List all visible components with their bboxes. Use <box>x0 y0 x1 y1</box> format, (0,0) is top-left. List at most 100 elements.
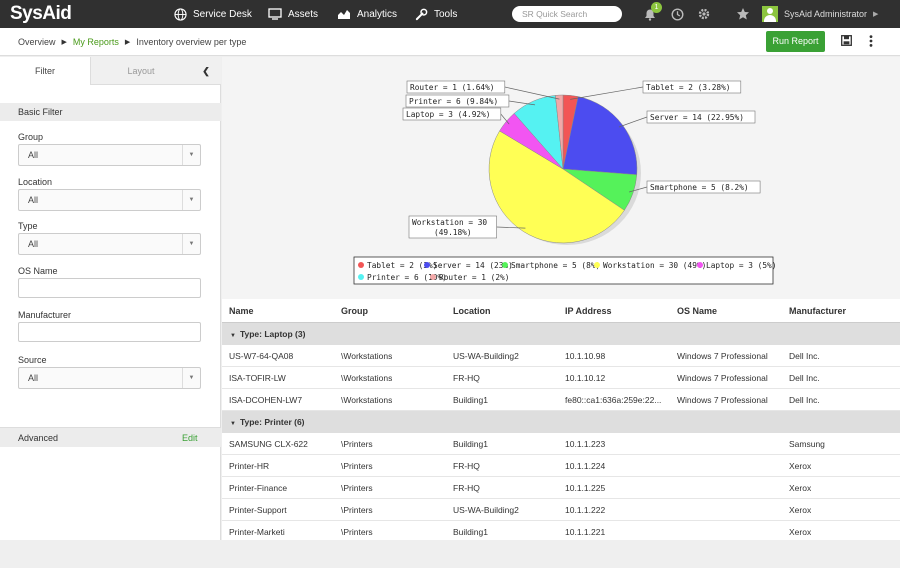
cell-group: \Workstations <box>341 394 393 405</box>
cell-group: \Workstations <box>341 350 393 361</box>
monitor-icon <box>268 8 282 20</box>
legend-label-workstation[interactable]: Workstation = 30 (49%) <box>603 261 706 270</box>
breadcrumb-current-report: Inventory overview per type <box>136 37 247 47</box>
type-select-value: All <box>28 239 39 249</box>
group-select[interactable]: All ▼ <box>18 144 201 166</box>
breadcrumb-bar: Overview ▶ My Reports ▶ Inventory overvi… <box>0 28 900 56</box>
favorites-button[interactable] <box>736 0 750 28</box>
group-row-printer[interactable]: ▼ Type: Printer (6) <box>222 411 900 433</box>
cell-location: US-WA-Building2 <box>453 504 519 515</box>
advanced-label: Advanced <box>18 433 59 443</box>
star-icon <box>737 8 749 20</box>
cell-location: Building1 <box>453 526 488 537</box>
chevron-down-icon: ▼ <box>182 190 200 210</box>
callout-label-tablet: Tablet = 2 (3.28%) <box>646 83 731 92</box>
callout-line-server <box>618 116 648 128</box>
callout-label-laptop: Laptop = 3 (4.92%) <box>406 110 491 119</box>
chevron-right-icon: ▶ <box>61 39 67 46</box>
location-select[interactable]: All ▼ <box>18 189 201 211</box>
report-table: Name Group Location IP Address OS Name M… <box>222 299 900 540</box>
type-label: Type <box>18 221 38 231</box>
legend-swatch-workstation <box>594 262 600 268</box>
user-menu[interactable]: SysAid Administrator ▶ <box>762 0 878 28</box>
os-name-field[interactable] <box>18 278 201 298</box>
cell-name: Printer-Finance <box>229 482 288 493</box>
cell-group: \Workstations <box>341 372 393 383</box>
breadcrumb-overview[interactable]: Overview <box>18 37 56 47</box>
legend-label-smartphone[interactable]: Smartphone = 5 (8%) <box>511 261 600 270</box>
cell-manufacturer: Xerox <box>789 504 812 515</box>
nav-analytics[interactable]: Analytics <box>337 0 397 28</box>
pie-chart-panel: Tablet = 2 (3.28%) Server = 14 (22.95%) Sm… <box>222 57 900 299</box>
column-ip-address[interactable]: IP Address <box>565 299 612 322</box>
group-title: Type: Printer (6) <box>239 417 305 427</box>
table-row[interactable]: Printer-Finance \Printers FR-HQ 10.1.1.2… <box>222 477 900 499</box>
nav-label: Analytics <box>357 8 398 20</box>
cell-location: FR-HQ <box>453 372 480 383</box>
column-group[interactable]: Group <box>341 299 368 322</box>
quick-search-input[interactable]: SR Quick Search <box>512 6 622 22</box>
cell-manufacturer: Xerox <box>789 526 812 537</box>
cell-group: \Printers <box>341 438 373 449</box>
nav-tools[interactable]: Tools <box>415 0 457 28</box>
type-select[interactable]: All ▼ <box>18 233 201 255</box>
cell-location: FR-HQ <box>453 460 480 471</box>
cell-manufacturer: Xerox <box>789 482 812 493</box>
save-icon[interactable] <box>841 35 852 46</box>
tab-layout[interactable]: Layout <box>91 57 191 85</box>
globe-icon <box>174 7 187 21</box>
os-name-label: OS Name <box>18 266 58 276</box>
group-label: Group <box>18 132 44 142</box>
cell-name: SAMSUNG CLX-622 <box>229 438 308 449</box>
table-row[interactable]: ISA-DCOHEN-LW7 \Workstations Building1 f… <box>222 389 900 411</box>
legend-label-server[interactable]: Server = 14 (23%) <box>433 261 513 270</box>
tab-filter[interactable]: Filter <box>0 57 91 85</box>
nav-assets[interactable]: Assets <box>268 0 318 28</box>
cell-ip: 10.1.10.98 <box>565 350 606 361</box>
manufacturer-label: Manufacturer <box>18 310 72 320</box>
filter-sidebar: Filter Layout ❮ Basic Filter Group All ▼ … <box>0 57 221 540</box>
column-manufacturer[interactable]: Manufacturer <box>789 299 846 322</box>
callout-label-printer: Printer = 6 (9.84%) <box>409 97 498 106</box>
cell-ip: 10.1.1.224 <box>565 460 606 471</box>
pie-chart: Tablet = 2 (3.28%) Server = 14 (22.95%) Sm… <box>353 80 776 285</box>
column-location[interactable]: Location <box>453 299 491 322</box>
caret-down-icon: ▼ <box>230 333 236 339</box>
breadcrumb-my-reports[interactable]: My Reports <box>73 37 119 47</box>
source-select[interactable]: All ▼ <box>18 367 201 389</box>
collapse-sidebar-button[interactable]: ❮ <box>191 57 221 85</box>
more-options-icon[interactable] <box>866 35 876 47</box>
table-row[interactable]: Printer-Support \Printers US-WA-Building… <box>222 499 900 521</box>
column-name[interactable]: Name <box>229 299 254 322</box>
group-row-laptop[interactable]: ▼ Type: Laptop (3) <box>222 323 900 345</box>
nav-label: Assets <box>288 8 319 20</box>
group-title: Type: Laptop (3) <box>239 329 306 339</box>
cell-os: Windows 7 Professional <box>677 394 768 405</box>
table-row[interactable]: Printer-Marketi \Printers Building1 10.1… <box>222 521 900 540</box>
column-os-name[interactable]: OS Name <box>677 299 717 322</box>
nav-service-desk[interactable]: Service Desk <box>174 0 252 28</box>
legend-label-laptop[interactable]: Laptop = 3 (5%) <box>706 261 776 270</box>
cell-name: Printer-Support <box>229 504 287 515</box>
settings-button[interactable] <box>697 0 711 28</box>
table-row[interactable]: Printer-HR \Printers FR-HQ 10.1.1.224 Xe… <box>222 455 900 477</box>
nav-label: Tools <box>434 8 458 20</box>
cell-ip: 10.1.10.12 <box>565 372 606 383</box>
table-row[interactable]: SAMSUNG CLX-622 \Printers Building1 10.1… <box>222 433 900 455</box>
cell-group: \Printers <box>341 526 373 537</box>
manufacturer-field[interactable] <box>18 322 201 342</box>
history-button[interactable] <box>671 0 684 28</box>
legend-label-router[interactable]: Router = 1 (2%) <box>439 273 509 282</box>
cell-name: ISA-DCOHEN-LW7 <box>229 394 303 405</box>
cell-group: \Printers <box>341 504 373 515</box>
chart-icon <box>338 10 350 19</box>
page-footer <box>0 540 900 568</box>
sysaid-logo[interactable]: SysAid <box>10 3 72 25</box>
advanced-edit-link[interactable]: Edit <box>182 433 198 443</box>
table-row[interactable]: US-W7-64-QA08 \Workstations US-WA-Buildi… <box>222 345 900 367</box>
run-report-button[interactable]: Run Report <box>766 31 825 52</box>
cell-group: \Printers <box>341 482 373 493</box>
cell-ip: 10.1.1.223 <box>565 438 606 449</box>
notifications-button[interactable]: 1 <box>643 0 662 28</box>
table-row[interactable]: ISA-TOFIR-LW \Workstations FR-HQ 10.1.10… <box>222 367 900 389</box>
